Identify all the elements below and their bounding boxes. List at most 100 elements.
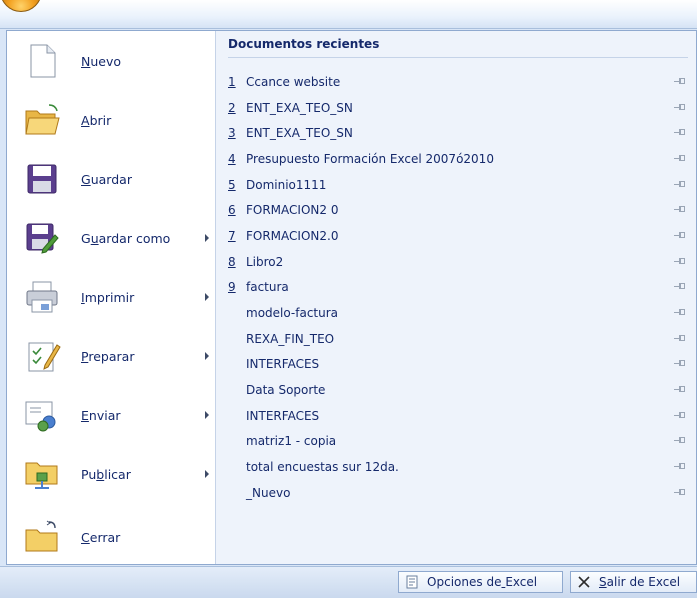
recent-document-item[interactable]: 3 ENT_EXA_TEO_SN (216, 120, 696, 146)
pin-icon[interactable] (674, 206, 686, 214)
exit-excel-label: Salir de Excel (599, 575, 681, 589)
recent-document-item[interactable]: 1 Ccance website (216, 69, 696, 95)
recent-document-item[interactable]: _Nuevo (216, 480, 696, 506)
recent-document-item[interactable]: 7 FORMACION2.0 (216, 223, 696, 249)
recent-document-name: Presupuesto Formación Excel 2007ó2010 (246, 151, 494, 166)
menu-item-publicar[interactable]: Publicar (17, 449, 209, 499)
pin-icon[interactable] (674, 360, 686, 368)
submenu-arrow-icon (205, 470, 209, 478)
menu-item-cerrar[interactable]: Cerrar (17, 512, 209, 562)
exit-excel-button[interactable]: Salir de Excel (570, 571, 697, 593)
pin-icon[interactable] (674, 103, 686, 112)
pin-icon[interactable] (674, 334, 686, 343)
recent-document-number: 6 (228, 203, 236, 218)
pin-icon[interactable] (674, 154, 686, 163)
pin-icon[interactable] (674, 309, 686, 317)
recent-document-number: 3 (228, 126, 236, 141)
printer-icon (23, 278, 61, 316)
recent-document-name: REXA_FIN_TEO (246, 331, 335, 346)
recent-documents-title: Documentos recientes (228, 37, 688, 58)
menu-item-preparar[interactable]: Preparar (17, 331, 209, 381)
recent-document-number: 9 (228, 280, 236, 295)
recent-document-number: 4 (228, 151, 236, 166)
submenu-arrow-icon (205, 411, 209, 419)
office-menu-commands: Nuevo Abrir Guardar Guardar como Imprimir Pre… (7, 31, 216, 564)
pin-icon[interactable] (674, 386, 686, 394)
title-strip (0, 0, 697, 29)
recent-document-name: factura (246, 280, 289, 295)
recent-document-name: _Nuevo (246, 485, 291, 500)
recent-document-item[interactable]: INTERFACES (216, 403, 696, 429)
recent-document-item[interactable]: 8 Libro2 (216, 249, 696, 275)
recent-document-name: FORMACION2 0 (246, 203, 339, 218)
menu-item-label: Cerrar (81, 529, 121, 545)
publish-icon (23, 455, 61, 493)
recent-document-name: Data Soporte (246, 383, 326, 398)
menu-item-nuevo[interactable]: Nuevo (17, 36, 209, 86)
pin-icon[interactable] (674, 180, 686, 189)
recent-document-name: Libro2 (246, 254, 284, 269)
excel-options-label: Opciones de Excel (427, 575, 538, 589)
menu-item-label: Imprimir (81, 289, 135, 305)
recent-document-number: 2 (228, 100, 236, 115)
pin-icon[interactable] (674, 488, 686, 497)
office-menu: Nuevo Abrir Guardar Guardar como Imprimir Pre… (6, 30, 697, 565)
menu-item-guardar[interactable]: Guardar (17, 154, 209, 204)
recent-document-item[interactable]: matriz1 - copia (216, 429, 696, 455)
options-icon (405, 575, 419, 589)
menu-footer: Opciones de Excel Salir de Excel (0, 566, 697, 598)
menu-item-label: Preparar (81, 348, 135, 364)
pin-icon[interactable] (674, 463, 686, 471)
recent-document-name: Ccance website (246, 74, 341, 89)
send-icon (23, 396, 61, 434)
menu-item-label: Nuevo (81, 53, 122, 69)
save-as-icon (23, 219, 61, 257)
recent-document-item[interactable]: total encuestas sur 12da. (216, 454, 696, 480)
recent-document-item[interactable]: Data Soporte (216, 377, 696, 403)
pin-icon[interactable] (674, 411, 686, 420)
menu-item-label: Guardar (81, 171, 132, 187)
recent-document-name: ENT_EXA_TEO_SN (246, 100, 353, 115)
pin-icon[interactable] (674, 283, 686, 291)
recent-document-item[interactable]: 9 factura (216, 275, 696, 301)
recent-document-item[interactable]: modelo-factura (216, 300, 696, 326)
excel-options-button[interactable]: Opciones de Excel (398, 571, 563, 593)
recent-document-item[interactable]: 2 ENT_EXA_TEO_SN (216, 95, 696, 121)
recent-document-item[interactable]: 4 Presupuesto Formación Excel 2007ó2010 (216, 146, 696, 172)
close-x-icon (577, 575, 591, 589)
recent-document-name: matriz1 - copia (246, 434, 337, 449)
recent-document-item[interactable]: 6 FORMACION2 0 (216, 197, 696, 223)
submenu-arrow-icon (205, 293, 209, 301)
submenu-arrow-icon (205, 234, 209, 242)
menu-item-label: Guardar como (81, 230, 171, 246)
menu-item-label: Enviar (81, 407, 121, 423)
menu-item-imprimir[interactable]: Imprimir (17, 272, 209, 322)
pin-icon[interactable] (674, 231, 686, 240)
pin-icon[interactable] (674, 77, 686, 86)
menu-item-enviar[interactable]: Enviar (17, 390, 209, 440)
recent-documents-list: 1 Ccance website 2 ENT_EXA_TEO_SN 3 ENT_EXA_T… (216, 69, 696, 506)
recent-document-number: 5 (228, 177, 236, 192)
recent-documents-panel: Documentos recientes 1 Ccance website 2 ENT… (216, 31, 696, 564)
recent-document-name: total encuestas sur 12da. (246, 460, 399, 475)
recent-document-item[interactable]: 5 Dominio1111 (216, 172, 696, 198)
menu-item-label: Publicar (81, 466, 131, 482)
pin-icon[interactable] (674, 437, 686, 445)
recent-document-name: FORMACION2.0 (246, 228, 339, 243)
pin-icon[interactable] (674, 257, 686, 266)
office-button[interactable] (0, 0, 42, 12)
recent-document-number: 7 (228, 228, 236, 243)
close-folder-icon (23, 518, 61, 556)
recent-document-number: 8 (228, 254, 236, 269)
recent-document-name: Dominio1111 (246, 177, 327, 192)
submenu-arrow-icon (205, 352, 209, 360)
menu-item-abrir[interactable]: Abrir (17, 95, 209, 145)
recent-document-item[interactable]: REXA_FIN_TEO (216, 326, 696, 352)
recent-document-name: INTERFACES (246, 357, 320, 372)
menu-item-guardar-como[interactable]: Guardar como (17, 213, 209, 263)
recent-document-item[interactable]: INTERFACES (216, 352, 696, 378)
prepare-icon (23, 337, 61, 375)
open-folder-icon (23, 101, 61, 139)
save-disk-icon (23, 160, 61, 198)
pin-icon[interactable] (674, 129, 686, 137)
